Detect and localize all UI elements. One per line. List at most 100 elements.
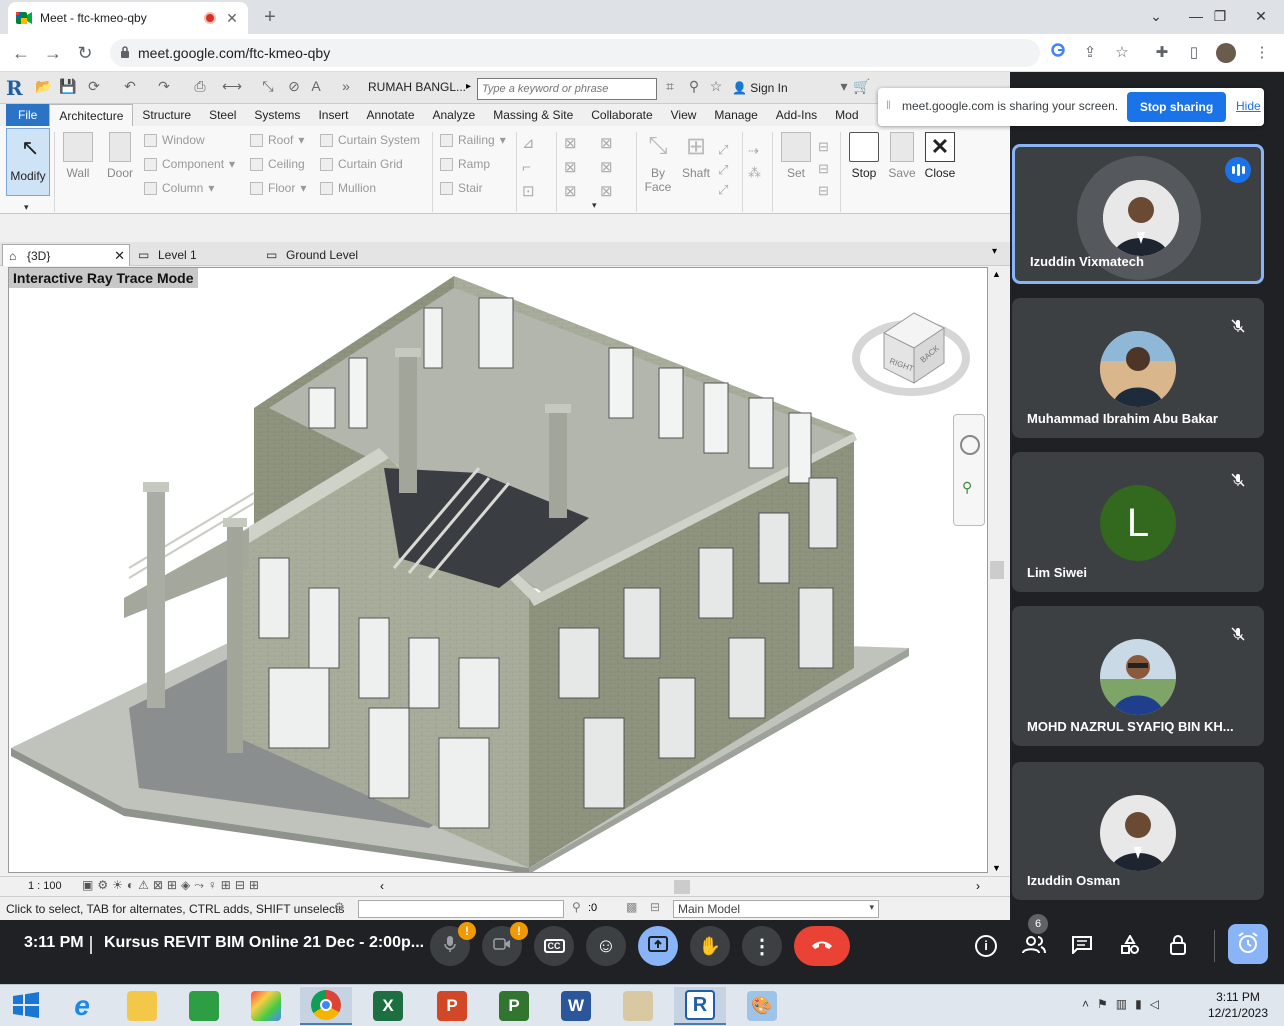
open-icon[interactable]: 📂: [34, 78, 54, 98]
participant-tile[interactable]: Muhammad Ibrahim Abu Bakar: [1012, 298, 1264, 438]
railing-button[interactable]: Railing ▾: [440, 128, 506, 152]
text-icon[interactable]: A: [306, 78, 326, 98]
hscroll-right-icon[interactable]: ›: [976, 879, 980, 893]
door-button[interactable]: Door: [100, 130, 140, 194]
component-button[interactable]: Component ▾: [144, 152, 235, 176]
tab-analyze[interactable]: Analyze: [424, 104, 485, 126]
drag-handle-icon[interactable]: ‖: [886, 98, 891, 112]
system-tray-icons[interactable]: ˄⚑▥▮◁: [1082, 997, 1167, 1011]
tag-icon[interactable]: ⊘: [284, 78, 304, 98]
taskbar-excel[interactable]: X: [362, 987, 414, 1025]
steering-wheel-icon[interactable]: [960, 435, 980, 455]
emoji-button[interactable]: ☺: [586, 926, 626, 966]
stop-sharing-button[interactable]: Stop sharing: [1127, 92, 1226, 122]
mic-button[interactable]: !: [430, 922, 476, 966]
taskbar-project[interactable]: P: [488, 987, 540, 1025]
window-button[interactable]: Window: [144, 128, 235, 152]
dimension-icon[interactable]: ⤡: [258, 78, 278, 98]
ceiling-button[interactable]: Ceiling: [250, 152, 306, 176]
present-button[interactable]: [638, 926, 678, 966]
mullion-button[interactable]: Mullion: [320, 176, 420, 200]
tab-collaborate[interactable]: Collaborate: [582, 104, 661, 126]
revit-logo[interactable]: R: [6, 76, 23, 100]
browser-tab[interactable]: Meet - ftc-kmeo-qby ✕: [8, 2, 248, 34]
taskbar-maps[interactable]: [612, 987, 664, 1025]
leave-call-button[interactable]: [794, 926, 850, 966]
taskbar-clock[interactable]: 3:11 PM 12/21/2023: [1198, 989, 1278, 1021]
datum-tools-icons[interactable]: ⇢ ⁂: [748, 140, 761, 184]
address-bar[interactable]: meet.google.com/ftc-kmeo-qby: [110, 39, 1040, 67]
tab-massing-site[interactable]: Massing & Site: [484, 104, 582, 126]
signin-dropdown-icon[interactable]: ▾: [834, 78, 854, 98]
view-control-icons[interactable]: ▣⚙☀◐⚠⊠⊞◈⤳♀⊞⊟⊞: [82, 878, 263, 893]
wall-button[interactable]: Wall: [58, 130, 98, 194]
share-icon[interactable]: ⇪: [1080, 43, 1100, 63]
scroll-up-icon[interactable]: ▲: [992, 269, 1001, 279]
zoom-icon[interactable]: ⚲: [962, 479, 972, 496]
participant-tile[interactable]: MOHD NAZRUL SYAFIQ BIN KH...: [1012, 606, 1264, 746]
binoculars-icon[interactable]: ⌗: [660, 78, 680, 98]
chat-button[interactable]: [1066, 930, 1098, 962]
taskbar-chrome[interactable]: [300, 987, 352, 1025]
curtain-system-button[interactable]: Curtain System: [320, 128, 420, 152]
column-button[interactable]: Column ▾: [144, 176, 235, 200]
filter-icon[interactable]: ⚲: [572, 900, 581, 914]
view-tab-level-1[interactable]: ▭ Level 1: [134, 244, 254, 266]
people-button[interactable]: 6: [1018, 914, 1050, 962]
redo-icon[interactable]: ↷: [154, 78, 174, 98]
forward-button[interactable]: →: [42, 42, 64, 64]
tab-systems[interactable]: Systems: [245, 104, 309, 126]
taskbar-revit[interactable]: R: [674, 987, 726, 1025]
hscroll-thumb[interactable]: [674, 880, 690, 894]
design-option-dropdown[interactable]: Main Model ▾: [673, 900, 879, 918]
restore-button[interactable]: ❐: [1200, 0, 1240, 32]
subscription-icon[interactable]: ⚲: [684, 78, 704, 98]
ramp-button[interactable]: Ramp: [440, 152, 506, 176]
taskbar-paint[interactable]: 🎨: [736, 987, 788, 1025]
view-tab-ground-level[interactable]: ▭ Ground Level: [262, 244, 402, 266]
google-icon[interactable]: [1048, 43, 1068, 63]
tab-modify[interactable]: Mod: [826, 104, 867, 126]
work-plane-icons[interactable]: ⊟ ⊟ ⊟: [818, 136, 829, 202]
scroll-down-icon[interactable]: ▼: [992, 863, 1001, 873]
tab-architecture[interactable]: Architecture: [49, 104, 134, 126]
back-button[interactable]: ←: [10, 42, 32, 64]
floor-button[interactable]: Floor ▾: [250, 176, 306, 200]
favorites-star-icon[interactable]: ☆: [706, 78, 726, 98]
undo-icon[interactable]: ↶: [120, 78, 140, 98]
curtain-grid-button[interactable]: Curtain Grid: [320, 152, 420, 176]
modify-dropdown-icon[interactable]: ▾: [24, 202, 29, 213]
scroll-thumb[interactable]: [990, 561, 1004, 579]
sidepanel-icon[interactable]: ▯: [1184, 43, 1204, 63]
participant-tile[interactable]: Izuddin Osman: [1012, 762, 1264, 900]
search-input[interactable]: [477, 78, 657, 100]
participant-tile[interactable]: Izuddin Vixmatech: [1012, 144, 1264, 284]
set-button[interactable]: Set: [776, 130, 816, 194]
design-options-icon[interactable]: ⊟: [650, 900, 660, 914]
modify-button[interactable]: ↖ Modify: [6, 128, 50, 196]
tab-file[interactable]: File: [6, 104, 50, 126]
taskbar-word[interactable]: W: [550, 987, 602, 1025]
tab-steel[interactable]: Steel: [200, 104, 245, 126]
host-controls-button[interactable]: [1162, 930, 1194, 962]
tab-manage[interactable]: Manage: [705, 104, 766, 126]
extensions-icon[interactable]: ✚: [1152, 43, 1172, 63]
tab-insert[interactable]: Insert: [309, 104, 357, 126]
print-icon[interactable]: ⎙: [190, 78, 210, 98]
area-tools-icons[interactable]: ⊠ ⊠ ⊠: [600, 132, 613, 204]
tab-annotate[interactable]: Annotate: [357, 104, 423, 126]
taskbar-powerpoint[interactable]: P: [426, 987, 478, 1025]
camera-button[interactable]: !: [482, 922, 528, 966]
3d-viewport[interactable]: RIGHT BACK Interactive Ray Trace Mode ⚲: [8, 267, 988, 873]
ribbon-expand-icon[interactable]: ▾: [592, 200, 597, 211]
save-render-button[interactable]: Save: [882, 130, 922, 194]
captions-button[interactable]: CC: [534, 926, 574, 966]
more-options-button[interactable]: ⋮: [742, 926, 782, 966]
overflow-icon[interactable]: »: [336, 78, 356, 98]
model-tools-icons[interactable]: ⊿ ⌐ ⊡: [522, 132, 535, 204]
view-tab-close-icon[interactable]: ✕: [114, 245, 125, 267]
sign-in-link[interactable]: 👤 Sign In: [732, 81, 788, 95]
opening-tools-icons[interactable]: ⤢ ⤢ ⤢: [718, 140, 728, 200]
hide-link[interactable]: Hide: [1236, 99, 1261, 113]
alarm-button[interactable]: [1228, 924, 1268, 964]
